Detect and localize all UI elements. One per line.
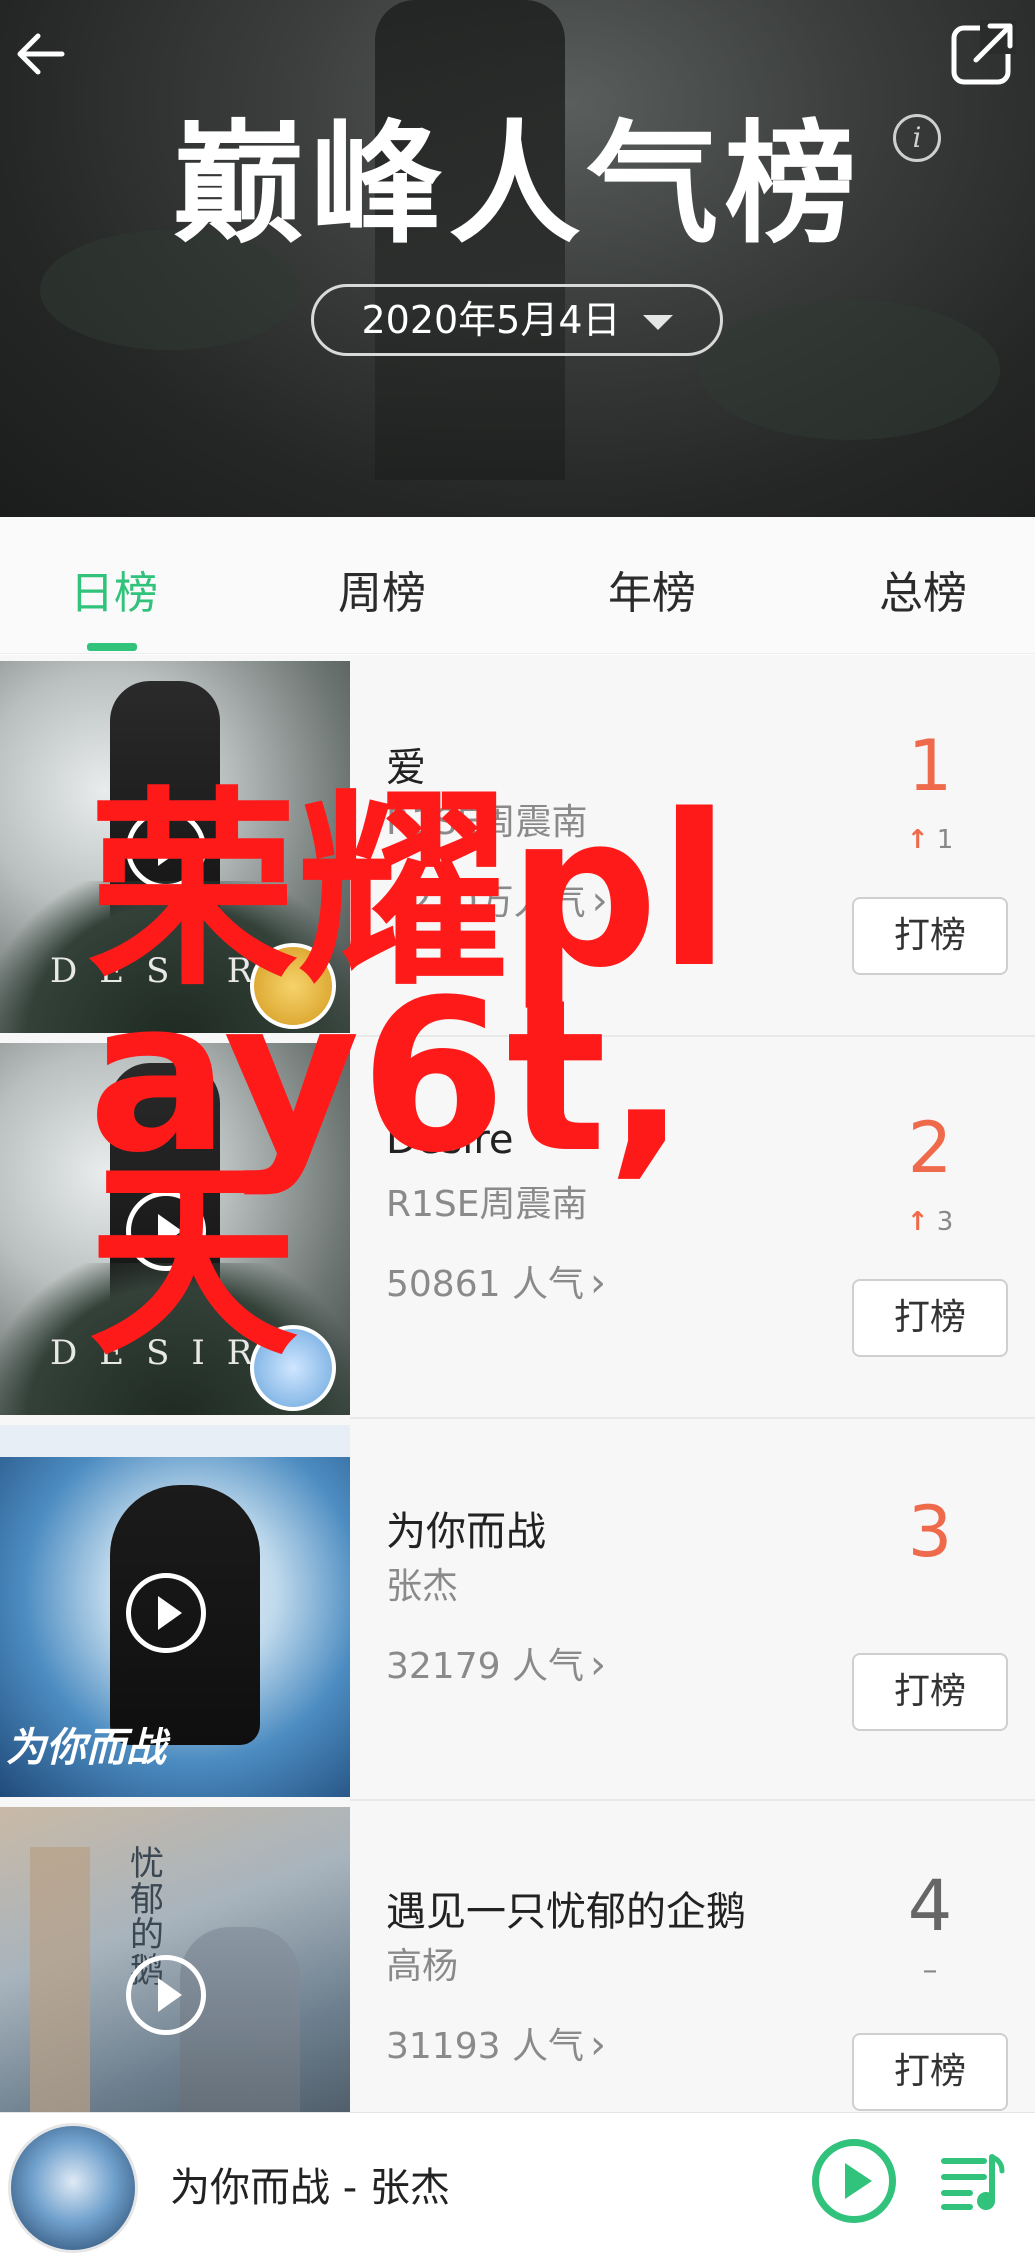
cover-lettering: 为你而战 <box>6 1725 166 1771</box>
rank-change: 1 <box>936 825 954 855</box>
vote-button[interactable]: 打榜 <box>852 1653 1008 1731</box>
page-title: 巅峰人气榜 <box>172 108 863 262</box>
song-title: 爱 <box>386 745 426 791</box>
play-icon[interactable] <box>126 1191 206 1271</box>
popularity-link[interactable]: 31193 人气 › <box>386 2017 606 2069</box>
header-banner: 巅峰人气榜 i 2020年5月4日 <box>0 0 1035 517</box>
song-title: 为你而战 <box>386 1509 546 1555</box>
caret-down-icon <box>642 315 673 330</box>
popularity-link[interactable]: 1220万人气 › <box>386 873 608 925</box>
chart-tabs: 日榜 周榜 年榜 总榜 <box>0 517 1035 654</box>
arrow-up-icon: ↑ <box>906 1207 929 1237</box>
rank-number: 3 <box>907 1491 953 1573</box>
rank-change: 3 <box>936 1207 954 1237</box>
cover-banner <box>0 1425 350 1457</box>
cover-building <box>30 1847 90 2147</box>
tab-yearly[interactable]: 年榜 <box>572 557 732 621</box>
album-cover[interactable]: DESIRE <box>0 1043 350 1415</box>
song-artist: 张杰 <box>386 1566 459 1607</box>
vote-button[interactable]: 打榜 <box>852 897 1008 975</box>
popularity-link[interactable]: 32179 人气 › <box>386 1637 606 1689</box>
chevron-right-icon: › <box>591 878 608 924</box>
tab-daily[interactable]: 日榜 <box>34 557 194 621</box>
now-playing-title: 为你而战 - 张杰 <box>170 2165 450 2211</box>
crown-badge-icon <box>250 943 336 1029</box>
rank-trend: ↑ 1 <box>880 825 980 855</box>
now-playing-cover[interactable] <box>8 2123 138 2253</box>
album-cover[interactable]: 为你而战 <box>0 1425 350 1797</box>
tab-active-indicator <box>87 643 137 651</box>
song-title: 遇见一只忧郁的企鹅 <box>386 1889 746 1935</box>
vote-button[interactable]: 打榜 <box>852 1279 1008 1357</box>
chevron-right-icon: › <box>589 2022 606 2068</box>
popularity-link[interactable]: 50861 人气 › <box>386 1255 606 1307</box>
album-cover[interactable]: DESIRE <box>0 661 350 1033</box>
rank-trend: ↑ 3 <box>880 1207 980 1237</box>
song-title: Desire <box>386 1117 514 1163</box>
chevron-right-icon: › <box>589 1642 606 1688</box>
arrow-up-icon: ↑ <box>906 825 929 855</box>
list-item[interactable]: DESIRE 爱 R1SE周震南 1220万人气 › 1 ↑ 1 打榜 <box>0 655 1035 1037</box>
rank-number: 4 <box>907 1865 953 1947</box>
rank-number: 1 <box>907 725 953 807</box>
chevron-right-icon: › <box>589 1260 606 1306</box>
list-item[interactable]: DESIRE Desire R1SE周震南 50861 人气 › 2 ↑ 3 打榜 <box>0 1037 1035 1419</box>
song-artist: R1SE周震南 <box>386 802 588 843</box>
play-icon[interactable] <box>126 809 206 889</box>
play-icon[interactable] <box>126 1573 206 1653</box>
rank-number: 2 <box>907 1107 953 1189</box>
back-arrow-icon[interactable] <box>12 24 72 84</box>
info-icon[interactable]: i <box>893 114 941 162</box>
diamond-badge-icon <box>250 1325 336 1411</box>
tab-weekly[interactable]: 周榜 <box>302 557 462 621</box>
popularity-count: 31193 人气 <box>386 2026 584 2067</box>
tab-all-time[interactable]: 总榜 <box>843 557 1003 621</box>
list-item[interactable]: 为你而战 为你而战 张杰 32179 人气 › 3 打榜 <box>0 1419 1035 1801</box>
popularity-count: 32179 人气 <box>386 1646 584 1687</box>
banner-leaf <box>700 300 1000 440</box>
song-artist: 高杨 <box>386 1946 459 1987</box>
play-icon[interactable] <box>126 1955 206 2035</box>
popularity-count: 50861 人气 <box>386 1264 584 1305</box>
song-artist: R1SE周震南 <box>386 1184 588 1225</box>
playlist-icon[interactable] <box>940 2149 1006 2215</box>
play-icon[interactable] <box>812 2139 896 2223</box>
vote-button[interactable]: 打榜 <box>852 2033 1008 2111</box>
mini-player[interactable]: 为你而战 - 张杰 <box>0 2112 1035 2253</box>
rank-change: – <box>922 1953 938 1988</box>
date-selector[interactable]: 2020年5月4日 <box>311 284 723 356</box>
popularity-count: 1220万人气 <box>386 882 586 923</box>
date-label: 2020年5月4日 <box>361 298 621 342</box>
share-icon[interactable] <box>950 20 1016 86</box>
